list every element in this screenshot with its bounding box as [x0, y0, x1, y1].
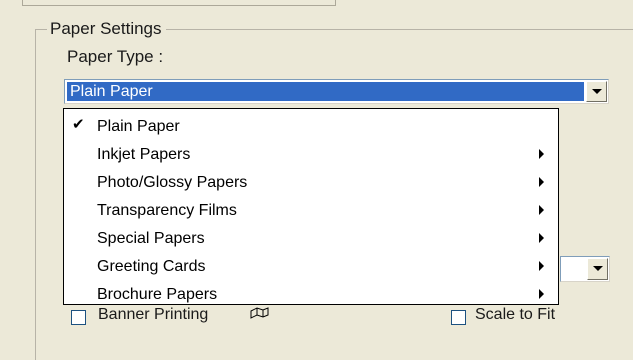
- menu-item-label: Inkjet Papers: [97, 146, 191, 163]
- menu-item-label: Plain Paper: [97, 118, 180, 135]
- paper-type-dropdown[interactable]: Plain Paper: [64, 79, 609, 104]
- submenu-arrow-icon: [539, 205, 544, 215]
- paper-settings-title: Paper Settings: [47, 18, 166, 40]
- dropdown-arrow-icon: [592, 89, 602, 94]
- checkmark-icon: ✔: [72, 116, 85, 133]
- scale-to-fit-checkbox[interactable]: [451, 310, 466, 325]
- menu-item-label: Greeting Cards: [97, 258, 206, 275]
- banner-icon: [250, 307, 269, 319]
- menu-item-greeting-cards[interactable]: Greeting Cards: [64, 254, 558, 282]
- menu-item-inkjet-papers[interactable]: Inkjet Papers: [64, 142, 558, 170]
- dropdown-arrow-icon: [593, 266, 603, 271]
- secondary-dropdown[interactable]: [560, 256, 610, 282]
- submenu-arrow-icon: [539, 177, 544, 187]
- paper-type-selected-value[interactable]: Plain Paper: [67, 82, 584, 101]
- secondary-dropdown-button[interactable]: [587, 258, 608, 280]
- paper-type-menu[interactable]: ✔ Plain Paper Inkjet Papers Photo/Glossy…: [63, 108, 559, 305]
- submenu-arrow-icon: [539, 261, 544, 271]
- menu-item-brochure-papers[interactable]: Brochure Papers: [64, 282, 558, 304]
- menu-item-plain-paper[interactable]: ✔ Plain Paper: [64, 114, 558, 142]
- scale-to-fit-label: Scale to Fit: [475, 306, 556, 323]
- menu-item-special-papers[interactable]: Special Papers: [64, 226, 558, 254]
- submenu-arrow-icon: [539, 233, 544, 243]
- submenu-arrow-icon: [539, 289, 544, 299]
- banner-printing-checkbox[interactable]: [71, 310, 86, 325]
- menu-item-label: Brochure Papers: [97, 286, 218, 303]
- submenu-arrow-icon: [539, 149, 544, 159]
- menu-item-transparency-films[interactable]: Transparency Films: [64, 198, 558, 226]
- paper-type-dropdown-button[interactable]: [586, 81, 607, 102]
- menu-item-label: Special Papers: [97, 230, 205, 247]
- banner-printing-label: Banner Printing: [98, 306, 209, 323]
- menu-item-label: Photo/Glossy Papers: [97, 174, 248, 191]
- menu-item-label: Transparency Films: [97, 202, 237, 219]
- paper-type-label: Paper Type :: [67, 47, 164, 66]
- top-panel-edge: [22, 0, 336, 6]
- menu-item-photo-glossy-papers[interactable]: Photo/Glossy Papers: [64, 170, 558, 198]
